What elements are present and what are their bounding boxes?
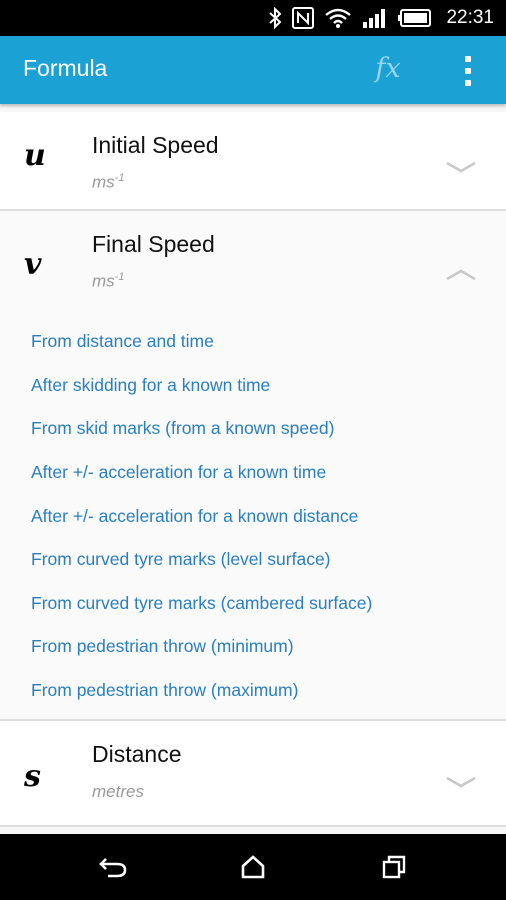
formula-link[interactable]: From skid marks (from a known speed) [31,418,334,439]
variable-list: u Initial Speed ms-1 v Final Speed ms-1 … [0,104,506,834]
navigation-bar [0,834,506,900]
variable-card-final-speed[interactable]: v Final Speed ms-1 From distance and tim… [0,211,506,719]
variable-name: Initial Speed [92,132,219,158]
status-time: 22:31 [446,7,494,28]
home-icon [241,855,265,879]
status-bar: 22:31 [0,0,506,36]
bluetooth-icon [269,7,282,29]
formula-link[interactable]: From distance and time [31,331,214,352]
home-button[interactable] [236,850,270,884]
variable-name: Distance [92,741,182,767]
status-icons: 22:31 [268,0,494,36]
variable-card-initial-speed[interactable]: u Initial Speed ms-1 [0,112,506,209]
formula-link[interactable]: From curved tyre marks (cambered surface… [31,593,372,614]
chevron-down-icon[interactable] [444,158,478,178]
fx-icon[interactable]: fx [370,51,406,87]
variable-symbol: s [24,759,41,794]
recent-apps-button[interactable] [377,850,411,884]
formula-link[interactable]: After skidding for a known time [31,375,270,396]
app-title: Formula [23,55,108,81]
overflow-menu-icon[interactable] [456,54,480,88]
variable-unit: ms-1 [92,172,125,192]
nfc-icon [292,7,315,29]
back-icon [99,858,127,878]
chevron-down-icon[interactable] [444,773,478,793]
variable-unit: ms-1 [92,271,125,291]
signal-icon [363,9,386,28]
app-bar: Formula fx [0,36,506,104]
back-button[interactable] [96,850,130,884]
variable-card-distance[interactable]: s Distance metres [0,721,506,825]
formula-link[interactable]: After +/- acceleration for a known time [31,462,326,483]
formula-link[interactable]: From curved tyre marks (level surface) [31,549,331,570]
battery-icon [398,9,432,27]
formula-link[interactable]: From pedestrian throw (maximum) [31,680,298,701]
wifi-icon [325,8,352,28]
variable-unit: metres [92,782,144,801]
variable-symbol: u [24,138,46,173]
variable-symbol: v [24,247,42,282]
variable-name: Final Speed [92,231,215,257]
formula-link[interactable]: From pedestrian throw (minimum) [31,636,294,657]
divider [0,825,506,827]
chevron-up-icon[interactable] [444,264,478,284]
recent-apps-icon [382,855,406,879]
formula-link[interactable]: After +/- acceleration for a known dista… [31,506,358,527]
